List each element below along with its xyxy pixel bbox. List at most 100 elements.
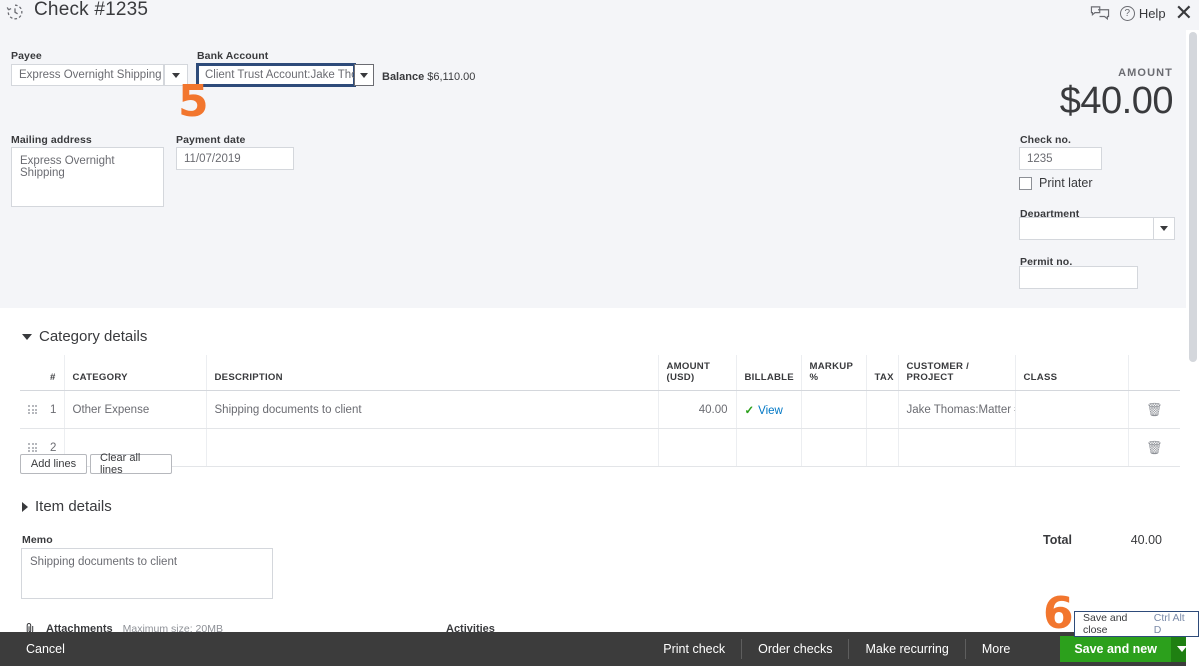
check-entry-screen: Check #1235 ? Help ✕ Payee Express Overn…: [0, 0, 1199, 666]
memo-label: Memo: [22, 534, 53, 546]
trash-icon: 🗑: [1145, 401, 1163, 417]
col-description: DESCRIPTION: [206, 355, 659, 391]
save-button-group: Save and new: [1060, 636, 1193, 662]
item-details-title: Item details: [35, 498, 112, 515]
category-details-title: Category details: [39, 328, 148, 345]
chevron-right-icon: [22, 501, 28, 512]
department-input[interactable]: [1019, 217, 1154, 240]
annotation-step-6: 6: [1043, 588, 1074, 639]
window-header: Check #1235 ? Help ✕: [0, 0, 1199, 30]
check-no-input[interactable]: 1235: [1019, 147, 1102, 170]
row-class[interactable]: [1015, 428, 1129, 467]
row-category[interactable]: Other Expense: [64, 390, 207, 429]
table-row[interactable]: 1 Other Expense Shipping documents to cl…: [20, 390, 1180, 429]
row-tax[interactable]: [866, 428, 899, 467]
memo-input[interactable]: Shipping documents to client: [21, 548, 273, 599]
col-customer-project: CUSTOMER / PROJECT: [898, 355, 1016, 391]
amount-value: $40.00: [1059, 80, 1174, 122]
close-x-icon[interactable]: ✕: [1175, 2, 1193, 24]
mailing-address-input[interactable]: Express Overnight Shipping: [11, 147, 164, 207]
col-category: CATEGORY: [64, 355, 207, 391]
payment-date-label: Payment date: [176, 134, 246, 146]
bank-balance: Balance $6,110.00: [382, 71, 475, 83]
table-header-row: # CATEGORY DESCRIPTION AMOUNT (USD) BILL…: [20, 355, 1180, 391]
footer-toolbar: Cancel Print check Order checks Make rec…: [0, 632, 1199, 666]
footer-actions: Print check Order checks Make recurring …: [647, 638, 1026, 660]
save-and-new-button[interactable]: Save and new: [1060, 636, 1171, 662]
table-row[interactable]: 2 🗑: [20, 428, 1180, 467]
bank-account-dropdown-button[interactable]: [354, 64, 374, 86]
check-no-label: Check no.: [1020, 134, 1072, 146]
item-details-section-header[interactable]: Item details: [22, 498, 112, 515]
add-lines-button[interactable]: Add lines: [20, 454, 87, 474]
chat-bubbles-icon[interactable]: [1089, 4, 1111, 22]
save-dropdown-menu: Save and close Ctrl Alt D: [1074, 611, 1199, 637]
row-class[interactable]: [1015, 390, 1129, 429]
balance-value: $6,110.00: [427, 71, 476, 83]
annotation-step-5: 5: [178, 76, 209, 127]
clear-all-lines-button[interactable]: Clear all lines: [90, 452, 172, 476]
mailing-address-label: Mailing address: [11, 134, 92, 146]
payee-input[interactable]: Express Overnight Shipping: [11, 64, 164, 86]
help-label: Help: [1138, 5, 1166, 21]
payment-date-input[interactable]: 11/07/2019: [176, 147, 294, 170]
print-check-button[interactable]: Print check: [647, 639, 743, 659]
row-billable[interactable]: [736, 428, 802, 467]
cancel-button[interactable]: Cancel: [8, 638, 83, 660]
row-amount[interactable]: 40.00: [658, 390, 737, 429]
bank-account-input[interactable]: Client Trust Account:Jake Thomas: [196, 63, 356, 87]
col-markup: MARKUP %: [801, 355, 867, 391]
row-delete-button[interactable]: 🗑: [1128, 390, 1180, 429]
row-markup[interactable]: [801, 428, 867, 467]
row-delete-button[interactable]: 🗑: [1128, 428, 1180, 467]
row-number: 1: [42, 390, 65, 429]
col-delete: [1128, 355, 1180, 391]
drag-dots-icon: [28, 442, 38, 453]
bank-account-label: Bank Account: [197, 50, 269, 62]
page-title: Check #1235: [34, 0, 149, 20]
permit-no-input[interactable]: [1019, 266, 1138, 289]
row-description[interactable]: [206, 428, 659, 467]
col-tax: TAX: [866, 355, 899, 391]
col-billable: BILLABLE: [736, 355, 802, 391]
col-drag: [20, 355, 42, 391]
amount-caption: AMOUNT: [1118, 67, 1173, 79]
make-recurring-button[interactable]: Make recurring: [849, 639, 966, 659]
billable-view-link[interactable]: View: [758, 405, 783, 417]
row-description[interactable]: Shipping documents to client: [206, 390, 659, 429]
total-label: Total: [1043, 533, 1072, 547]
help-button[interactable]: ? Help: [1119, 5, 1166, 21]
checkmark-icon: ✓: [744, 404, 755, 417]
more-button[interactable]: More: [966, 639, 1026, 659]
question-circle-icon: ?: [1119, 5, 1135, 21]
row-tax[interactable]: [866, 390, 899, 429]
save-and-close-menu-item[interactable]: Save and close: [1083, 612, 1146, 636]
total-value: 40.00: [1130, 533, 1162, 547]
print-later-checkbox[interactable]: [1019, 176, 1032, 190]
row-markup[interactable]: [801, 390, 867, 429]
balance-label: Balance: [382, 71, 425, 83]
chevron-down-icon: [1160, 226, 1168, 231]
chevron-down-icon: [360, 72, 368, 78]
department-dropdown-button[interactable]: [1153, 217, 1175, 240]
row-billable[interactable]: ✓ View: [736, 390, 802, 429]
save-and-close-shortcut: Ctrl Alt D: [1153, 612, 1185, 636]
payee-label: Payee: [11, 50, 42, 62]
category-details-table: # CATEGORY DESCRIPTION AMOUNT (USD) BILL…: [20, 355, 1180, 467]
row-customer-project[interactable]: [898, 428, 1016, 467]
drag-dots-icon: [28, 404, 38, 415]
col-amount: AMOUNT (USD): [658, 355, 737, 391]
print-later-checkbox-row[interactable]: Print later: [1019, 176, 1093, 190]
vertical-scrollbar-thumb[interactable]: [1189, 32, 1197, 362]
history-clock-icon[interactable]: [5, 2, 25, 22]
category-details-section-header[interactable]: Category details: [22, 328, 147, 345]
col-class: CLASS: [1015, 355, 1129, 391]
col-num: #: [42, 355, 65, 391]
row-customer-project[interactable]: Jake Thomas:Matter #19: [898, 390, 1016, 429]
row-drag-handle[interactable]: [20, 390, 42, 429]
header-actions: ? Help ✕: [1089, 0, 1193, 26]
chevron-down-icon: [22, 333, 32, 340]
row-amount[interactable]: [658, 428, 737, 467]
trash-icon: 🗑: [1145, 439, 1163, 455]
order-checks-button[interactable]: Order checks: [742, 639, 850, 659]
